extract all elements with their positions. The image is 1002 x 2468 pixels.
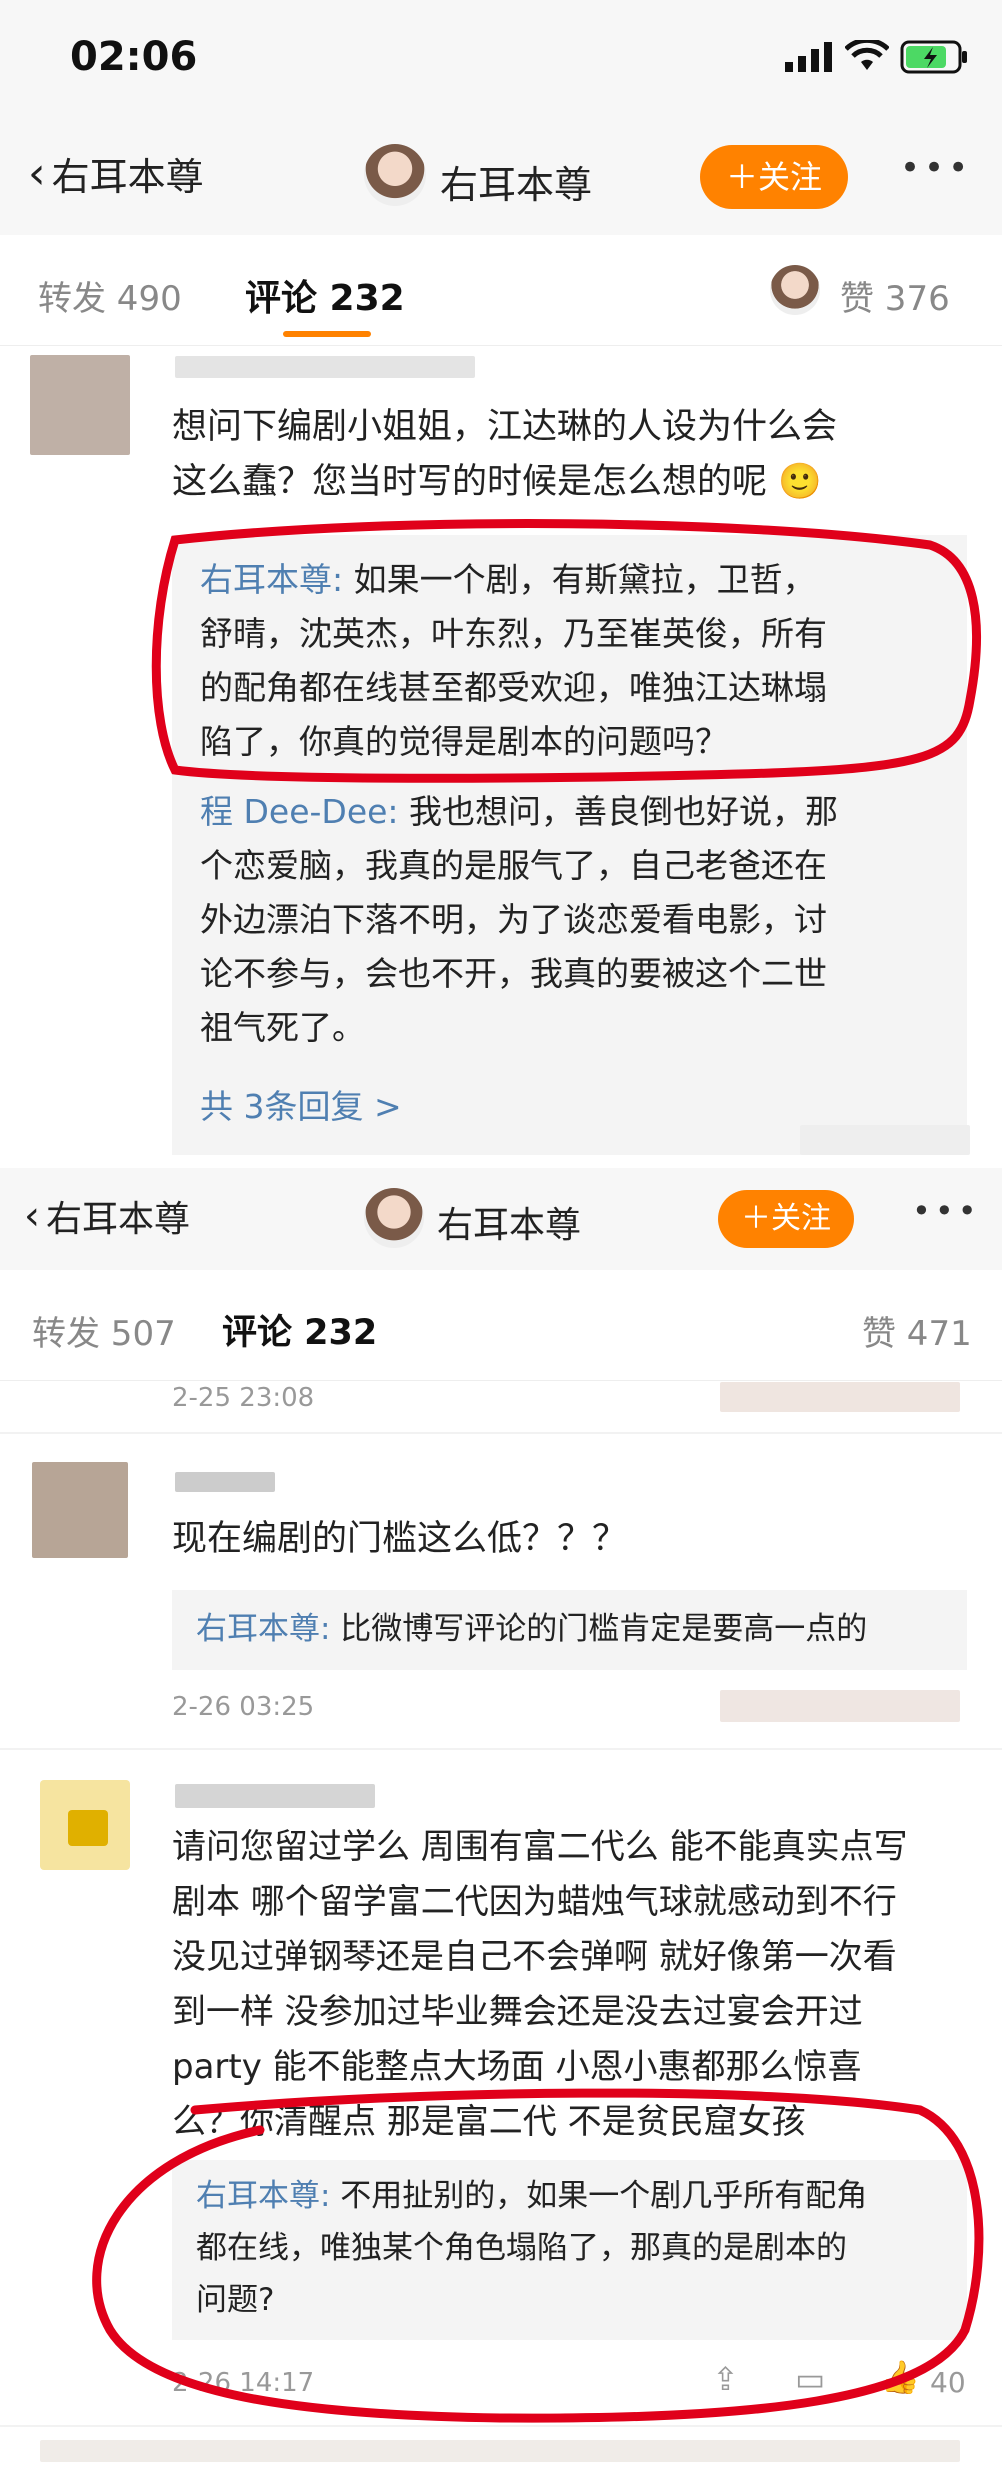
commenter-name[interactable] [175,356,475,378]
tab-bar-1: 转发 490 评论 232 赞 376 [0,235,1002,346]
follow-button[interactable]: ＋关注 [700,145,848,209]
reply-item[interactable]: 右耳本尊: 比微博写评论的门槛肯定是要高一点的 [196,1602,867,1656]
comment-line: party 能不能整点大场面 小恩小惠都那么惊喜 [172,2047,862,2087]
reply-box-3: 右耳本尊: 不用扯别的，如果一个剧几乎所有配角 都在线，唯独某个角色塌陷了，那真… [172,2160,967,2340]
commenter-avatar[interactable] [30,355,130,455]
comment-line: 没见过弹钢琴还是自己不会弹啊 就好像第一次看 [172,1937,897,1977]
reply-line: 如果一个剧，有斯黛拉，卫哲， [343,560,816,599]
comment-actions-blurred [720,1382,960,1412]
reply-line: 论不参与，会也不开，我真的要被这个二世 [200,954,827,993]
chevron-left-icon: ‹ [28,148,46,199]
divider [0,2425,1002,2427]
comment-line: 剧本 哪个留学富二代因为蜡烛气球就感动到不行 [172,1882,897,1922]
nav-bar-1: ‹ 右耳本尊 右耳本尊 ＋关注 ••• [0,120,1002,235]
status-time: 02:06 [70,34,198,80]
tab-comment[interactable]: 评论 232 [222,1304,377,1355]
commenter-name[interactable] [175,1472,275,1492]
reply-line: 个恋爱脑，我真的是服气了，自己老爸还在 [200,846,827,885]
reply-item[interactable]: 程 Dee-Dee: 我也想问，善良倒也好说，那 个恋爱脑，我真的是服气了，自己… [200,785,838,1055]
tab-comment[interactable]: 评论 232 [245,269,405,321]
comment-body: 请问您留过学么 周围有富二代么 能不能真实点写 剧本 哪个留学富二代因为蜡烛气球… [172,1820,908,2150]
tab-repost[interactable]: 转发 490 [38,271,182,320]
reply-line: 问题? [196,2282,275,2318]
comment-body: 想问下编剧小姐姐，江达琳的人设为什么会 这么蠢？您当时写的时候是怎么想的呢 🙂 [172,400,837,510]
reply-line: 外边漂泊下落不明，为了谈恋爱看电影，讨 [200,900,827,939]
liker-avatar [770,265,820,315]
more-replies-link[interactable]: 共 3条回复 > [200,1080,402,1128]
tab-bar-2: 转发 507 评论 232 赞 471 [0,1270,1002,1381]
comment-body: 现在编剧的门槛这么低？？？ [172,1519,628,1559]
commenter-name[interactable] [175,1784,375,1808]
comment-line: 想问下编剧小姐姐，江达琳的人设为什么会 [172,407,838,447]
comment-actions-blurred [720,1690,960,1722]
reply-line: 都在线，唯独某个角色塌陷了，那真的是剧本的 [196,2230,847,2266]
avatar-shape [68,1810,108,1846]
status-bar: 02:06 [0,0,1002,120]
commenter-avatar[interactable] [40,1780,130,1870]
avatar[interactable] [364,1188,424,1248]
reply-line: 的配角都在线甚至都受欢迎，唯独江达琳塌 [200,668,827,707]
more-icon[interactable]: ••• [900,148,972,188]
avatar[interactable] [364,144,426,206]
battery-icon [900,40,967,74]
comment-time: 2-26 14:17 [172,2368,315,2398]
reply-box-2: 右耳本尊: 比微博写评论的门槛肯定是要高一点的 [172,1590,967,1670]
signal-icon [785,42,832,72]
comment-line: 这么蠢？您当时写的时候是怎么想的呢 🙂 [172,462,822,502]
nav-title: 右耳本尊 [437,1205,582,1246]
follow-button[interactable]: ＋关注 [718,1190,854,1248]
divider [0,1432,1002,1434]
wifi-icon [845,40,889,70]
reply-line: 舒晴，沈英杰，叶东烈，乃至崔英俊，所有 [200,614,827,653]
reply-author[interactable]: 右耳本尊: [196,2178,330,2214]
back-button[interactable]: ‹ 右耳本尊 [28,146,204,201]
comment-line: 么？你清醒点 那是富二代 不是贫民窟女孩 [172,2102,806,2142]
tab-like[interactable]: 赞 376 [840,271,950,320]
tab-like[interactable]: 赞 471 [862,1306,972,1355]
comment-time: 2-25 23:08 [172,1383,315,1413]
reply-line: 我也想问，善良倒也好说，那 [398,792,839,831]
chevron-left-icon: ‹ [24,1193,40,1239]
comment-time: 2-26 03:25 [172,1692,315,1722]
back-label: 右耳本尊 [46,1199,191,1240]
share-icon[interactable]: ⇪ [712,2360,739,2398]
reply-author[interactable]: 程 Dee-Dee: [200,792,399,831]
comment-icon[interactable]: ▭ [795,2360,825,2398]
back-button[interactable]: ‹ 右耳本尊 [24,1190,190,1242]
more-icon[interactable]: ••• [912,1192,981,1230]
tab-repost[interactable]: 转发 507 [32,1306,176,1355]
nav-bar-2: ‹ 右耳本尊 右耳本尊 ＋关注 ••• [0,1168,1002,1270]
comment-line: 请问您留过学么 周围有富二代么 能不能真实点写 [172,1827,908,1867]
comment-line: 到一样 没参加过毕业舞会还是没去过宴会开过 [172,1992,863,2032]
next-comment-blurred [40,2440,960,2462]
reply-line: 比微博写评论的门槛肯定是要高一点的 [330,1611,868,1647]
reply-author[interactable]: 右耳本尊: [196,1611,330,1647]
reply-line: 不用扯别的，如果一个剧几乎所有配角 [330,2178,868,2214]
reply-line: 陷了，你真的觉得是剧本的问题吗？ [200,722,728,761]
reply-item[interactable]: 右耳本尊: 如果一个剧，有斯黛拉，卫哲， 舒晴，沈英杰，叶东烈，乃至崔英俊，所有… [200,553,827,769]
back-label: 右耳本尊 [51,155,204,199]
comment-actions-blurred [800,1125,970,1155]
divider [0,1748,1002,1750]
nav-title: 右耳本尊 [440,163,593,207]
like-count: 40 [930,2366,966,2399]
commenter-avatar[interactable] [32,1462,128,1558]
reply-author[interactable]: 右耳本尊: [200,560,343,599]
active-tab-indicator [283,331,371,337]
like-icon[interactable]: 👍 [880,2358,920,2396]
reply-item[interactable]: 右耳本尊: 不用扯别的，如果一个剧几乎所有配角 都在线，唯独某个角色塌陷了，那真… [196,2170,867,2326]
reply-box-1: 右耳本尊: 如果一个剧，有斯黛拉，卫哲， 舒晴，沈英杰，叶东烈，乃至崔英俊，所有… [172,535,967,1155]
reply-line: 祖气死了。 [200,1008,365,1047]
